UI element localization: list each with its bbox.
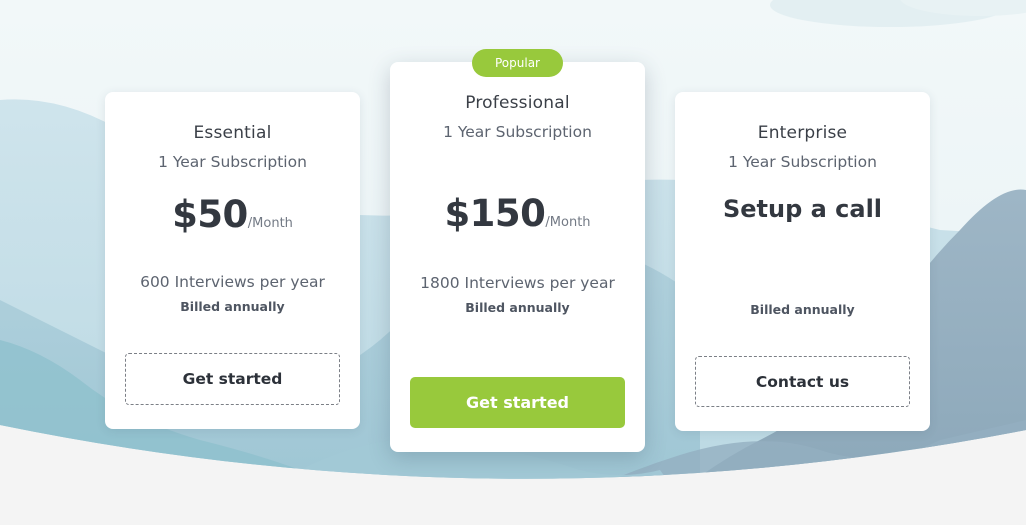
plan-feature: 600 Interviews per year bbox=[140, 273, 325, 291]
plan-price: $150/Month bbox=[390, 192, 645, 235]
billing-note: Billed annually bbox=[750, 302, 855, 317]
plan-subscription: 1 Year Subscription bbox=[728, 153, 877, 171]
billing-note: Billed annually bbox=[180, 299, 285, 314]
plan-card-essential: Essential 1 Year Subscription $50/Month … bbox=[105, 92, 360, 429]
contact-us-button[interactable]: Contact us bbox=[695, 356, 910, 407]
plan-name: Professional bbox=[465, 93, 570, 113]
get-started-button[interactable]: Get started bbox=[410, 377, 625, 428]
price-amount: $150 bbox=[444, 192, 546, 235]
plan-name: Essential bbox=[193, 123, 272, 143]
plan-feature: 1800 Interviews per year bbox=[420, 274, 615, 292]
price-period: /Month bbox=[545, 215, 591, 230]
plan-name: Enterprise bbox=[757, 123, 848, 143]
plan-price: $50/Month bbox=[105, 193, 360, 236]
plan-card-professional: Professional 1 Year Subscription $150/Mo… bbox=[390, 62, 645, 452]
price-amount: $50 bbox=[172, 193, 248, 236]
price-period: /Month bbox=[247, 216, 293, 231]
get-started-button[interactable]: Get started bbox=[125, 353, 340, 405]
plan-card-enterprise: Enterprise 1 Year Subscription Setup a c… bbox=[675, 92, 930, 431]
billing-note: Billed annually bbox=[465, 300, 570, 315]
popular-badge: Popular bbox=[472, 49, 563, 77]
plan-subscription: 1 Year Subscription bbox=[158, 153, 307, 171]
setup-call-text: Setup a call bbox=[722, 195, 883, 223]
plan-subscription: 1 Year Subscription bbox=[443, 123, 592, 141]
